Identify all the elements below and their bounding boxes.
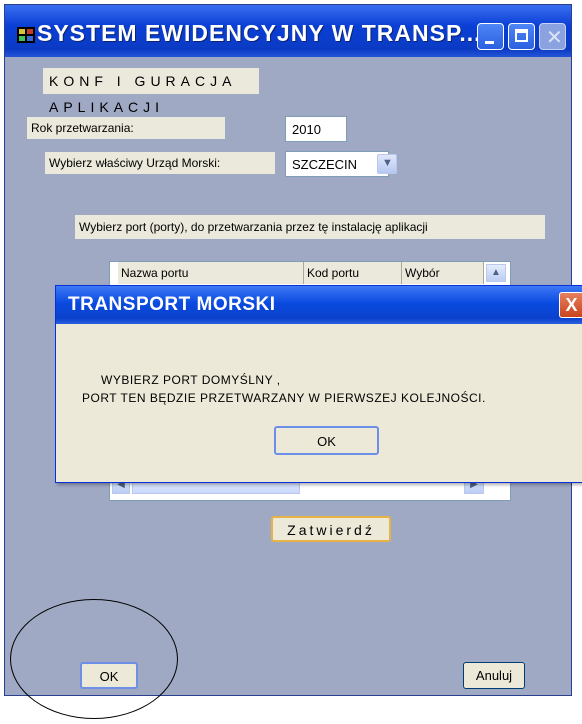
close-button[interactable]: ✕ <box>539 23 566 50</box>
office-dropdown-button[interactable]: ▼ <box>377 154 397 174</box>
close-icon: X <box>565 295 578 315</box>
column-header-port-code[interactable]: Kod portu <box>304 262 402 284</box>
column-header-port-name[interactable]: Nazwa portu <box>118 262 304 284</box>
office-label: Wybierz właściwy Urząd Morski: <box>45 152 275 174</box>
office-select-value: SZCZECIN <box>292 157 357 172</box>
minimize-icon <box>485 41 494 44</box>
scroll-up-icon[interactable]: ▲ <box>486 264 506 282</box>
dialog-close-button[interactable]: X <box>559 292 582 318</box>
config-heading: KONF I GURACJA APLIKACJI <box>43 68 259 115</box>
dialog-message-line1: WYBIERZ PORT DOMYŚLNY , <box>101 373 281 387</box>
maximize-button[interactable] <box>508 23 535 50</box>
grid-icon <box>17 27 35 43</box>
year-input[interactable]: 2010 <box>285 116 347 142</box>
dialog-ok-button[interactable]: OK <box>274 426 379 455</box>
dialog-message-line2: PORT TEN BĘDZIE PRZETWARZANY W PIERWSZEJ… <box>82 391 486 405</box>
message-dialog: TRANSPORT MORSKI X WYBIERZ PORT DOMYŚLNY… <box>55 285 582 483</box>
highlight-circle <box>10 599 178 719</box>
column-header-selection[interactable]: Wybór <box>402 262 484 284</box>
dialog-title: TRANSPORT MORSKI <box>68 294 276 315</box>
close-icon: ✕ <box>546 27 563 49</box>
dialog-title-bar[interactable]: TRANSPORT MORSKI X <box>56 286 582 324</box>
cancel-button[interactable]: Anuluj <box>463 662 525 689</box>
port-prompt: Wybierz port (porty), do przetwarzania p… <box>75 215 545 239</box>
maximize-icon <box>515 29 528 42</box>
window-title: SYSTEM EWIDENCYJNY W TRANSP... <box>37 20 482 46</box>
chevron-down-icon: ▼ <box>382 157 393 169</box>
confirm-button[interactable]: Zatwierdź <box>271 516 391 542</box>
title-bar[interactable]: SYSTEM EWIDENCYJNY W TRANSP... ✕ <box>5 5 571 57</box>
year-label: Rok przetwarzania: <box>27 117 225 139</box>
minimize-button[interactable] <box>477 23 504 50</box>
office-select[interactable]: SZCZECIN <box>285 151 389 177</box>
